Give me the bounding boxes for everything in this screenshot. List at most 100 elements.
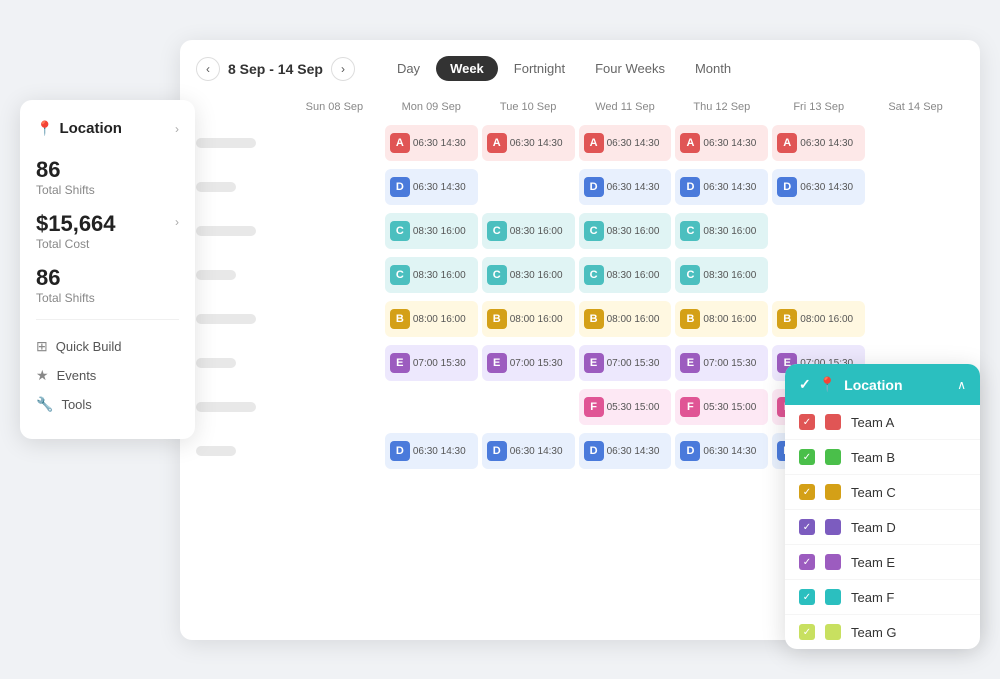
menu-item-tools[interactable]: 🔧 Tools (36, 390, 179, 419)
dropdown-team-B[interactable]: ✓Team B (785, 440, 980, 475)
shift-block-3-3[interactable]: C08:30 16:00 (579, 257, 672, 293)
cell-5-0[interactable] (286, 341, 383, 385)
cell-0-5[interactable]: A06:30 14:30 (770, 121, 867, 165)
cell-3-1[interactable]: C08:30 16:00 (383, 253, 480, 297)
shift-block-7-3[interactable]: D06:30 14:30 (579, 433, 672, 469)
cell-3-4[interactable]: C08:30 16:00 (673, 253, 770, 297)
shift-block-2-2[interactable]: C08:30 16:00 (482, 213, 575, 249)
shift-block-0-5[interactable]: A06:30 14:30 (772, 125, 865, 161)
shift-block-1-3[interactable]: D06:30 14:30 (579, 169, 672, 205)
cell-2-1[interactable]: C08:30 16:00 (383, 209, 480, 253)
cell-2-3[interactable]: C08:30 16:00 (577, 209, 674, 253)
menu-item-quick-build[interactable]: ⊞ Quick Build (36, 332, 179, 361)
cell-0-0[interactable] (286, 121, 383, 165)
cell-2-5[interactable] (770, 209, 867, 253)
cell-7-3[interactable]: D06:30 14:30 (577, 429, 674, 473)
cell-5-2[interactable]: E07:00 15:30 (480, 341, 577, 385)
shift-block-4-2[interactable]: B08:00 16:00 (482, 301, 575, 337)
shift-block-1-5[interactable]: D06:30 14:30 (772, 169, 865, 205)
cell-4-3[interactable]: B08:00 16:00 (577, 297, 674, 341)
shift-block-0-4[interactable]: A06:30 14:30 (675, 125, 768, 161)
cell-2-0[interactable] (286, 209, 383, 253)
cell-1-5[interactable]: D06:30 14:30 (770, 165, 867, 209)
cell-1-3[interactable]: D06:30 14:30 (577, 165, 674, 209)
cell-2-4[interactable]: C08:30 16:00 (673, 209, 770, 253)
shift-block-0-3[interactable]: A06:30 14:30 (579, 125, 672, 161)
dropdown-team-G[interactable]: ✓Team G (785, 615, 980, 649)
tab-week[interactable]: Week (436, 56, 498, 81)
cell-6-2[interactable] (480, 385, 577, 429)
shift-block-5-1[interactable]: E07:00 15:30 (385, 345, 478, 381)
stat-link-icon[interactable]: › (175, 215, 179, 229)
shift-block-5-2[interactable]: E07:00 15:30 (482, 345, 575, 381)
cell-0-1[interactable]: A06:30 14:30 (383, 121, 480, 165)
cell-2-6[interactable] (867, 209, 964, 253)
cell-0-4[interactable]: A06:30 14:30 (673, 121, 770, 165)
cell-4-1[interactable]: B08:00 16:00 (383, 297, 480, 341)
cell-1-1[interactable]: D06:30 14:30 (383, 165, 480, 209)
tab-fortnight[interactable]: Fortnight (500, 56, 579, 81)
dropdown-team-E[interactable]: ✓Team E (785, 545, 980, 580)
shift-block-7-4[interactable]: D06:30 14:30 (675, 433, 768, 469)
cell-4-6[interactable] (867, 297, 964, 341)
dropdown-team-C[interactable]: ✓Team C (785, 475, 980, 510)
cell-5-1[interactable]: E07:00 15:30 (383, 341, 480, 385)
cell-6-1[interactable] (383, 385, 480, 429)
shift-block-3-1[interactable]: C08:30 16:00 (385, 257, 478, 293)
cell-1-4[interactable]: D06:30 14:30 (673, 165, 770, 209)
shift-block-6-3[interactable]: F05:30 15:00 (579, 389, 672, 425)
cell-0-6[interactable] (867, 121, 964, 165)
cell-1-2[interactable] (480, 165, 577, 209)
cell-0-3[interactable]: A06:30 14:30 (577, 121, 674, 165)
cell-6-3[interactable]: F05:30 15:00 (577, 385, 674, 429)
shift-block-5-4[interactable]: E07:00 15:30 (675, 345, 768, 381)
sidebar-location[interactable]: 📍 Location › (36, 120, 179, 137)
cell-4-2[interactable]: B08:00 16:00 (480, 297, 577, 341)
shift-block-4-3[interactable]: B08:00 16:00 (579, 301, 672, 337)
shift-block-1-1[interactable]: D06:30 14:30 (385, 169, 478, 205)
cell-5-3[interactable]: E07:00 15:30 (577, 341, 674, 385)
cell-3-2[interactable]: C08:30 16:00 (480, 253, 577, 297)
cell-7-1[interactable]: D06:30 14:30 (383, 429, 480, 473)
cell-1-0[interactable] (286, 165, 383, 209)
prev-button[interactable]: ‹ (196, 57, 220, 81)
cell-6-0[interactable] (286, 385, 383, 429)
shift-block-6-4[interactable]: F05:30 15:00 (675, 389, 768, 425)
shift-block-5-3[interactable]: E07:00 15:30 (579, 345, 672, 381)
menu-item-events[interactable]: ★ Events (36, 361, 179, 390)
shift-block-2-3[interactable]: C08:30 16:00 (579, 213, 672, 249)
dropdown-team-D[interactable]: ✓Team D (785, 510, 980, 545)
cell-6-4[interactable]: F05:30 15:00 (673, 385, 770, 429)
cell-3-6[interactable] (867, 253, 964, 297)
shift-block-2-1[interactable]: C08:30 16:00 (385, 213, 478, 249)
dropdown-header[interactable]: ✓ 📍 Location ∧ (785, 364, 980, 405)
next-button[interactable]: › (331, 57, 355, 81)
cell-5-4[interactable]: E07:00 15:30 (673, 341, 770, 385)
cell-3-0[interactable] (286, 253, 383, 297)
shift-block-3-2[interactable]: C08:30 16:00 (482, 257, 575, 293)
tab-four-weeks[interactable]: Four Weeks (581, 56, 679, 81)
dropdown-team-F[interactable]: ✓Team F (785, 580, 980, 615)
shift-block-4-5[interactable]: B08:00 16:00 (772, 301, 865, 337)
tab-day[interactable]: Day (383, 56, 434, 81)
shift-block-7-1[interactable]: D06:30 14:30 (385, 433, 478, 469)
shift-block-4-4[interactable]: B08:00 16:00 (675, 301, 768, 337)
cell-2-2[interactable]: C08:30 16:00 (480, 209, 577, 253)
cell-7-4[interactable]: D06:30 14:30 (673, 429, 770, 473)
cell-4-0[interactable] (286, 297, 383, 341)
dropdown-team-A[interactable]: ✓Team A (785, 405, 980, 440)
cell-3-5[interactable] (770, 253, 867, 297)
cell-4-4[interactable]: B08:00 16:00 (673, 297, 770, 341)
cell-4-5[interactable]: B08:00 16:00 (770, 297, 867, 341)
cell-0-2[interactable]: A06:30 14:30 (480, 121, 577, 165)
cell-7-0[interactable] (286, 429, 383, 473)
shift-block-7-2[interactable]: D06:30 14:30 (482, 433, 575, 469)
cell-1-6[interactable] (867, 165, 964, 209)
cell-7-2[interactable]: D06:30 14:30 (480, 429, 577, 473)
shift-block-2-4[interactable]: C08:30 16:00 (675, 213, 768, 249)
shift-block-3-4[interactable]: C08:30 16:00 (675, 257, 768, 293)
shift-block-0-1[interactable]: A06:30 14:30 (385, 125, 478, 161)
shift-block-4-1[interactable]: B08:00 16:00 (385, 301, 478, 337)
shift-block-0-2[interactable]: A06:30 14:30 (482, 125, 575, 161)
shift-block-1-4[interactable]: D06:30 14:30 (675, 169, 768, 205)
